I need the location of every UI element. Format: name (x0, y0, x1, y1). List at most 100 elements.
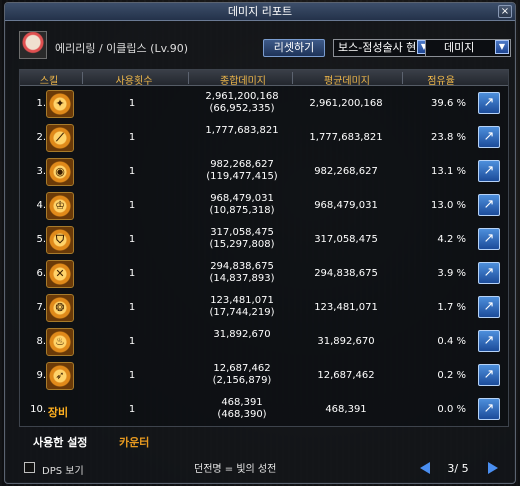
row-uses: 1 (128, 302, 136, 313)
export-icon[interactable]: ↗ (478, 296, 500, 318)
row-rank: 4. (36, 200, 46, 211)
character-bar: 에리리링 / 이클립스 (Lv.90) 리셋하기 보스-점성술사 현 ▼ 데미지… (19, 31, 511, 61)
row-uses: 1 (128, 234, 136, 245)
row-avg: 2,961,200,168 (309, 98, 383, 109)
row-share: 3.9 % (437, 268, 466, 279)
table-row: 10. 장비 1 468,391 (468,390) 468,391 0.0 % … (20, 394, 508, 428)
row-total: 12,687,462 (2,156,879) (212, 363, 272, 386)
dash-skill-icon: ➶ (46, 362, 74, 390)
fire-skill-icon: ✦ (46, 90, 74, 118)
row-share: 13.1 % (431, 166, 466, 177)
column-divider (292, 72, 293, 84)
row-uses: 1 (128, 132, 136, 143)
row-share: 4.2 % (437, 234, 466, 245)
table-row: 2. ⟋ 1 1,777,683,821 1,777,683,821 23.8 … (20, 122, 508, 156)
row-avg: 317,058,475 (314, 234, 378, 245)
orb-skill-icon: ◉ (46, 158, 74, 186)
export-icon[interactable]: ↗ (478, 398, 500, 420)
row-avg: 123,481,071 (314, 302, 378, 313)
row-share: 1.7 % (437, 302, 466, 313)
row-total: 31,892,670 (213, 329, 271, 340)
export-icon[interactable]: ↗ (478, 126, 500, 148)
metric-select-value: 데미지 (444, 41, 475, 54)
reset-button[interactable]: 리셋하기 (263, 39, 325, 57)
row-uses: 1 (128, 336, 136, 347)
character-avatar (19, 31, 47, 59)
row-share: 0.2 % (437, 370, 466, 381)
page-indicator: 3/ 5 (447, 462, 469, 475)
row-avg: 1,777,683,821 (309, 132, 383, 143)
metric-dropdown-arrow-icon[interactable]: ▼ (495, 40, 509, 54)
row-rank: 7. (36, 302, 46, 313)
export-icon[interactable]: ↗ (478, 364, 500, 386)
damage-report-window: 데미지 리포트 × 에리리링 / 이클립스 (Lv.90) 리셋하기 보스-점성… (4, 2, 516, 484)
column-header-total: 종합데미지 (220, 76, 266, 87)
table-header: 스킬 사용횟수 종합데미지 평균데미지 점유율 (20, 70, 508, 87)
column-header-skill: 스킬 (39, 76, 59, 87)
export-icon[interactable]: ↗ (478, 228, 500, 250)
close-button[interactable]: × (498, 5, 512, 18)
shield-skill-icon: ⛉ (46, 226, 74, 254)
footer-bar: DPS 보기 던전명 = 빛의 성전 3/ 5 (4, 458, 516, 484)
table-row: 7. ❂ 1 123,481,071 (17,744,219) 123,481,0… (20, 292, 508, 326)
window-title: 데미지 리포트 (227, 5, 293, 18)
dungeon-select[interactable]: 보스-점성술사 현 (333, 39, 429, 57)
crown-skill-icon: ♔ (46, 192, 74, 220)
row-avg: 12,687,462 (317, 370, 375, 381)
column-header-uses: 사용횟수 (115, 76, 153, 87)
column-header-avg: 평균데미지 (324, 76, 370, 87)
table-row: 1. ✦ 1 2,961,200,168 (66,952,335) 2,961,2… (20, 88, 508, 122)
report-tabs: 사용한 설정 카운터 (19, 431, 509, 453)
row-rank: 3. (36, 166, 46, 177)
row-share: 13.0 % (431, 200, 466, 211)
tab-counter[interactable]: 카운터 (119, 434, 149, 450)
row-avg: 982,268,627 (314, 166, 378, 177)
row-share: 23.8 % (431, 132, 466, 143)
row-uses: 1 (128, 268, 136, 279)
row-skill-text: 장비 (47, 406, 69, 419)
row-total: 2,961,200,168 (66,952,335) (205, 91, 279, 114)
next-page-icon[interactable] (488, 462, 498, 474)
export-icon[interactable]: ↗ (478, 330, 500, 352)
export-icon[interactable]: ↗ (478, 262, 500, 284)
cross-skill-icon: ✕ (46, 260, 74, 288)
spiral-skill-icon: ❂ (46, 294, 74, 322)
row-avg: 468,391 (325, 404, 367, 415)
row-rank: 6. (36, 268, 46, 279)
column-header-share: 점유율 (427, 76, 455, 87)
table-row: 4. ♔ 1 968,479,031 (10,875,318) 968,479,0… (20, 190, 508, 224)
row-share: 0.4 % (437, 336, 466, 347)
table-row: 3. ◉ 1 982,268,627 (119,477,415) 982,268,… (20, 156, 508, 190)
dps-label: DPS 보기 (42, 466, 84, 477)
dps-checkbox[interactable] (24, 462, 35, 473)
export-icon[interactable]: ↗ (478, 194, 500, 216)
export-icon[interactable]: ↗ (478, 160, 500, 182)
slash-skill-icon: ⟋ (46, 124, 74, 152)
prev-page-icon[interactable] (420, 462, 430, 474)
row-share: 0.0 % (437, 404, 466, 415)
row-rank: 9. (36, 370, 46, 381)
row-rank: 2. (36, 132, 46, 143)
skill-damage-table: 스킬 사용횟수 종합데미지 평균데미지 점유율 1. ✦ 1 2,961,200… (19, 69, 509, 427)
table-row: 8. ♨ 1 31,892,670 31,892,670 0.4 % ↗ (20, 326, 508, 360)
row-total: 1,777,683,821 (205, 125, 279, 136)
row-rank: 5. (36, 234, 46, 245)
column-divider (402, 72, 403, 84)
row-total: 317,058,475 (15,297,808) (209, 227, 275, 250)
row-uses: 1 (128, 404, 136, 415)
row-avg: 31,892,670 (317, 336, 375, 347)
row-uses: 1 (128, 98, 136, 109)
row-total: 468,391 (468,390) (217, 397, 267, 420)
dungeon-status-text: 던전명 = 빛의 성전 (194, 464, 277, 475)
dungeon-select-value: 보스-점성술사 현 (338, 41, 417, 54)
row-uses: 1 (128, 200, 136, 211)
row-rank: 8. (36, 336, 46, 347)
row-rank: 1. (36, 98, 46, 109)
flame-skill-icon: ♨ (46, 328, 74, 356)
window-titlebar[interactable]: 데미지 리포트 × (5, 3, 515, 21)
character-name: 에리리링 / 이클립스 (Lv.90) (55, 42, 189, 55)
tab-used-settings[interactable]: 사용한 설정 (33, 434, 87, 450)
export-icon[interactable]: ↗ (478, 92, 500, 114)
column-divider (188, 72, 189, 84)
row-total: 968,479,031 (10,875,318) (209, 193, 275, 216)
